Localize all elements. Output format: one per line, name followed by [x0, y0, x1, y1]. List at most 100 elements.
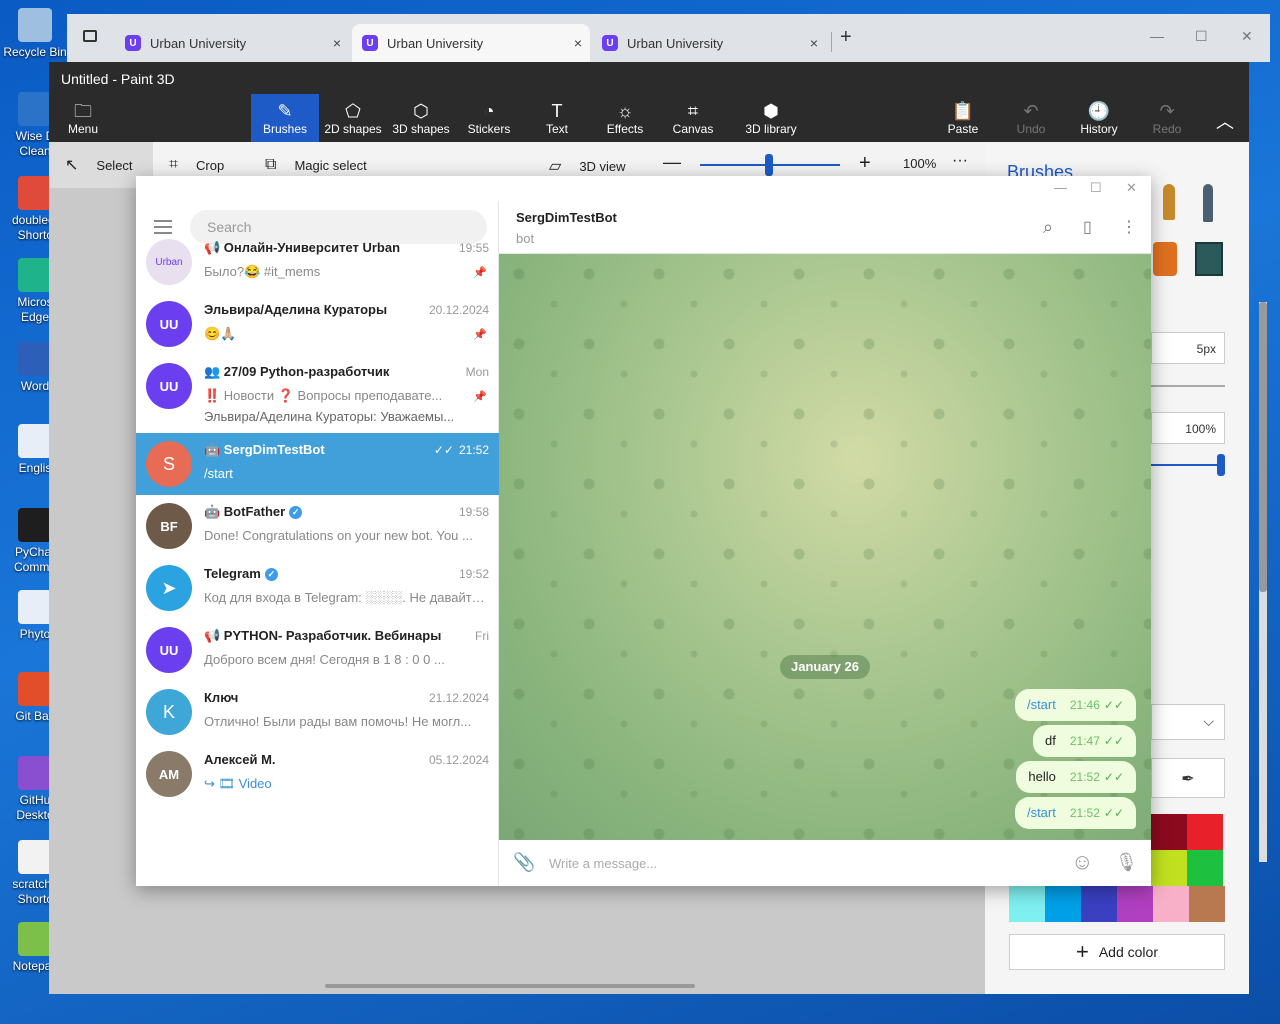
chat-list-item[interactable]: UU 📢 PYTHON- Разработчик. Вебинары Fri Добр… — [136, 619, 499, 681]
verified-badge-icon: ✓ — [289, 506, 303, 519]
more-options-button[interactable]: ··· — [952, 152, 968, 170]
date-separator: January 26 — [780, 655, 870, 679]
eyedropper-button[interactable]: ✒ — [1151, 758, 1225, 798]
browser-close-button[interactable]: ✕ — [1241, 28, 1253, 45]
brush-type-dropdown[interactable]: ⌵ — [1151, 704, 1225, 740]
zoom-slider-knob[interactable] — [765, 154, 773, 176]
2d-shapes-button[interactable]: ⬠ 2D shapes — [319, 94, 387, 142]
chat-list-item[interactable]: S 🤖 SergDimTestBot ✓✓ 21:52/start — [136, 433, 499, 495]
menu-button[interactable]: 🗀 Menu — [49, 94, 117, 142]
crop-tool[interactable]: ⌗ Crop — [169, 156, 224, 174]
color-swatch[interactable] — [1117, 886, 1153, 922]
canvas-button[interactable]: ⌗ Canvas — [659, 94, 727, 142]
brushes-button[interactable]: ✎ Brushes — [251, 94, 319, 142]
urban-logo-icon: U — [602, 35, 618, 51]
opacity-slider[interactable] — [1151, 464, 1225, 466]
chat-list-item[interactable]: Urban 📢 Онлайн-Университет Urban 19:55 Было… — [136, 231, 499, 293]
browser-minimize-button[interactable]: — — [1150, 28, 1164, 44]
conversation-subtitle: bot — [516, 231, 535, 246]
color-swatch[interactable] — [1187, 814, 1223, 850]
3d-shapes-button[interactable]: ⬡ 3D shapes — [387, 94, 455, 142]
search-icon[interactable]: ⌕ — [1043, 217, 1053, 238]
panel-scrollbar-thumb[interactable] — [1259, 302, 1267, 592]
chat-list-item[interactable]: АМ Алексей М. 05.12.2024 ↪ 🎞 Video — [136, 743, 499, 805]
attach-icon[interactable]: 📎 — [513, 852, 535, 873]
emoji-icon[interactable]: ☺ — [1071, 849, 1093, 875]
paste-button[interactable]: 📋 Paste — [929, 94, 997, 142]
history-button[interactable]: 🕘 History — [1065, 94, 1133, 142]
conversation-header: SergDimTestBot bot ⌕ ▯ ⋮ — [499, 201, 1151, 254]
plus-icon: + — [1075, 939, 1089, 964]
thickness-slider[interactable] — [1151, 385, 1225, 387]
text-icon: T — [551, 101, 563, 121]
tab-close-icon[interactable]: × — [574, 35, 582, 51]
horizontal-scrollbar[interactable] — [325, 984, 695, 988]
microphone-icon[interactable]: 🎙 — [1115, 852, 1138, 873]
fill-bucket-icon[interactable] — [1195, 242, 1223, 276]
message-text[interactable]: /start — [1027, 805, 1056, 820]
opacity-field[interactable]: 100% — [1151, 412, 1225, 444]
stickers-button[interactable]: ◔ Stickers — [455, 94, 523, 142]
tab-close-icon[interactable]: × — [810, 35, 818, 51]
new-tab-button[interactable]: + — [840, 26, 852, 49]
browser-tab-3[interactable]: U Urban University × — [592, 24, 826, 62]
urban-logo-icon: U — [362, 35, 378, 51]
tg-close-button[interactable]: ✕ — [1126, 180, 1137, 196]
tg-maximize-button[interactable]: ☐ — [1090, 180, 1102, 196]
zoom-out-button[interactable]: — — [663, 152, 681, 173]
tab-actions-icon[interactable] — [83, 30, 97, 42]
color-swatch[interactable] — [1081, 886, 1117, 922]
desktop-icon[interactable]: Recycle Bin — [2, 8, 68, 60]
color-swatch[interactable] — [1151, 850, 1187, 886]
thickness-field[interactable]: 5px — [1151, 332, 1225, 364]
message-text[interactable]: /start — [1027, 697, 1056, 712]
tab-close-icon[interactable]: × — [333, 35, 341, 51]
outgoing-message[interactable]: hello 21:52 ✓✓ — [1016, 761, 1136, 793]
color-swatch[interactable] — [1189, 886, 1225, 922]
browser-maximize-button[interactable]: ☐ — [1195, 28, 1208, 45]
shapes-3d-icon: ⬡ — [413, 101, 429, 121]
magic-select-tool[interactable]: ⧉ Magic select — [265, 156, 367, 174]
pin-icon: 📌 — [473, 329, 487, 341]
add-color-button[interactable]: + Add color — [1009, 934, 1225, 970]
color-swatch[interactable] — [1153, 886, 1189, 922]
chat-list-item[interactable]: UU 👥 27/09 Python-разработчик Mon ‼️ Новост… — [136, 355, 499, 433]
undo-icon: ↶ — [1023, 101, 1039, 121]
chat-list-item[interactable]: K Ключ 21.12.2024 Отлично! Были рады вам по… — [136, 681, 499, 743]
more-menu-icon[interactable]: ⋮ — [1121, 217, 1137, 237]
effects-button[interactable]: ☼ Effects — [591, 94, 659, 142]
color-swatch[interactable] — [1045, 886, 1081, 922]
paste-icon: 📋 — [951, 101, 975, 121]
panel-scrollbar[interactable] — [1259, 302, 1267, 862]
browser-tab-2[interactable]: U Urban University × — [352, 24, 590, 62]
sidebar-toggle-icon[interactable]: ▯ — [1083, 217, 1092, 237]
3d-view-toggle[interactable]: ▱ 3D view — [549, 156, 626, 176]
conversation-title[interactable]: SergDimTestBot — [516, 210, 617, 225]
color-swatch[interactable] — [1151, 814, 1187, 850]
chat-list-item[interactable]: UU Эльвира/Аделина Кураторы 20.12.2024 😊🙏🏼 📌 — [136, 293, 499, 355]
chat-name: Эльвира/Аделина Кураторы — [204, 302, 388, 317]
chat-list-item[interactable]: ➤ Telegram ✓ 19:52 Код для входа в Telegram:… — [136, 557, 499, 619]
undo-button[interactable]: ↶ Undo — [997, 94, 1065, 142]
crop-icon: ⌗ — [169, 156, 179, 173]
message-input[interactable] — [549, 852, 1049, 874]
oil-brush-icon[interactable] — [1163, 184, 1175, 220]
browser-tab-1[interactable]: U Urban University × — [115, 24, 349, 62]
chat-list-item[interactable]: BF 🤖 BotFather ✓ 19:58 Done! Congratulations… — [136, 495, 499, 557]
text-button[interactable]: T Text — [523, 94, 591, 142]
tg-minimize-button[interactable]: — — [1054, 180, 1067, 195]
outgoing-message[interactable]: /start 21:46 ✓✓ — [1014, 689, 1136, 721]
tab-separator — [831, 32, 832, 52]
3d-library-button[interactable]: ⬢ 3D library — [729, 94, 813, 142]
avatar: АМ — [146, 751, 192, 797]
zoom-in-button[interactable]: + — [859, 152, 871, 175]
outgoing-message[interactable]: df 21:47 ✓✓ — [1033, 725, 1136, 757]
color-swatch[interactable] — [1187, 850, 1223, 886]
color-swatch[interactable] — [1009, 886, 1045, 922]
chat-name: Алексей М. — [204, 752, 276, 767]
opacity-slider-knob[interactable] — [1217, 454, 1225, 476]
outgoing-message[interactable]: /start 21:52 ✓✓ — [1014, 797, 1136, 829]
chat-preview: ‼️ Новости ❓ Вопросы преподавате... — [204, 388, 443, 403]
pencil-icon[interactable] — [1203, 184, 1213, 222]
spray-can-icon[interactable] — [1153, 242, 1177, 276]
